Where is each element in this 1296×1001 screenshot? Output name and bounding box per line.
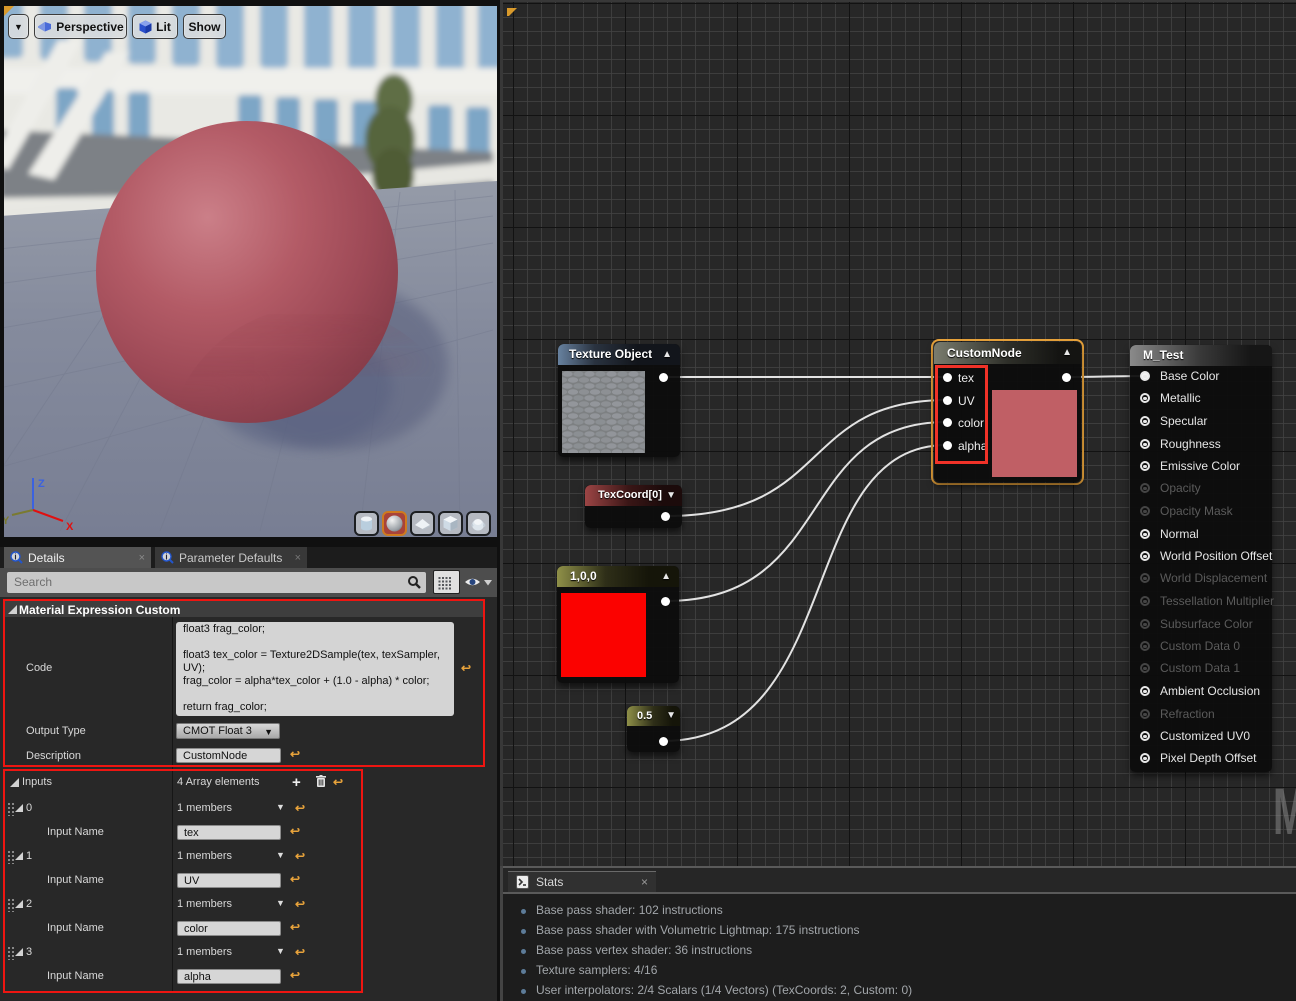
svg-text:i: i [14,552,16,561]
svg-text:X: X [66,521,74,533]
svg-text:Y: Y [4,515,10,527]
svg-text:i: i [165,552,167,561]
svg-text:Z: Z [38,478,45,490]
